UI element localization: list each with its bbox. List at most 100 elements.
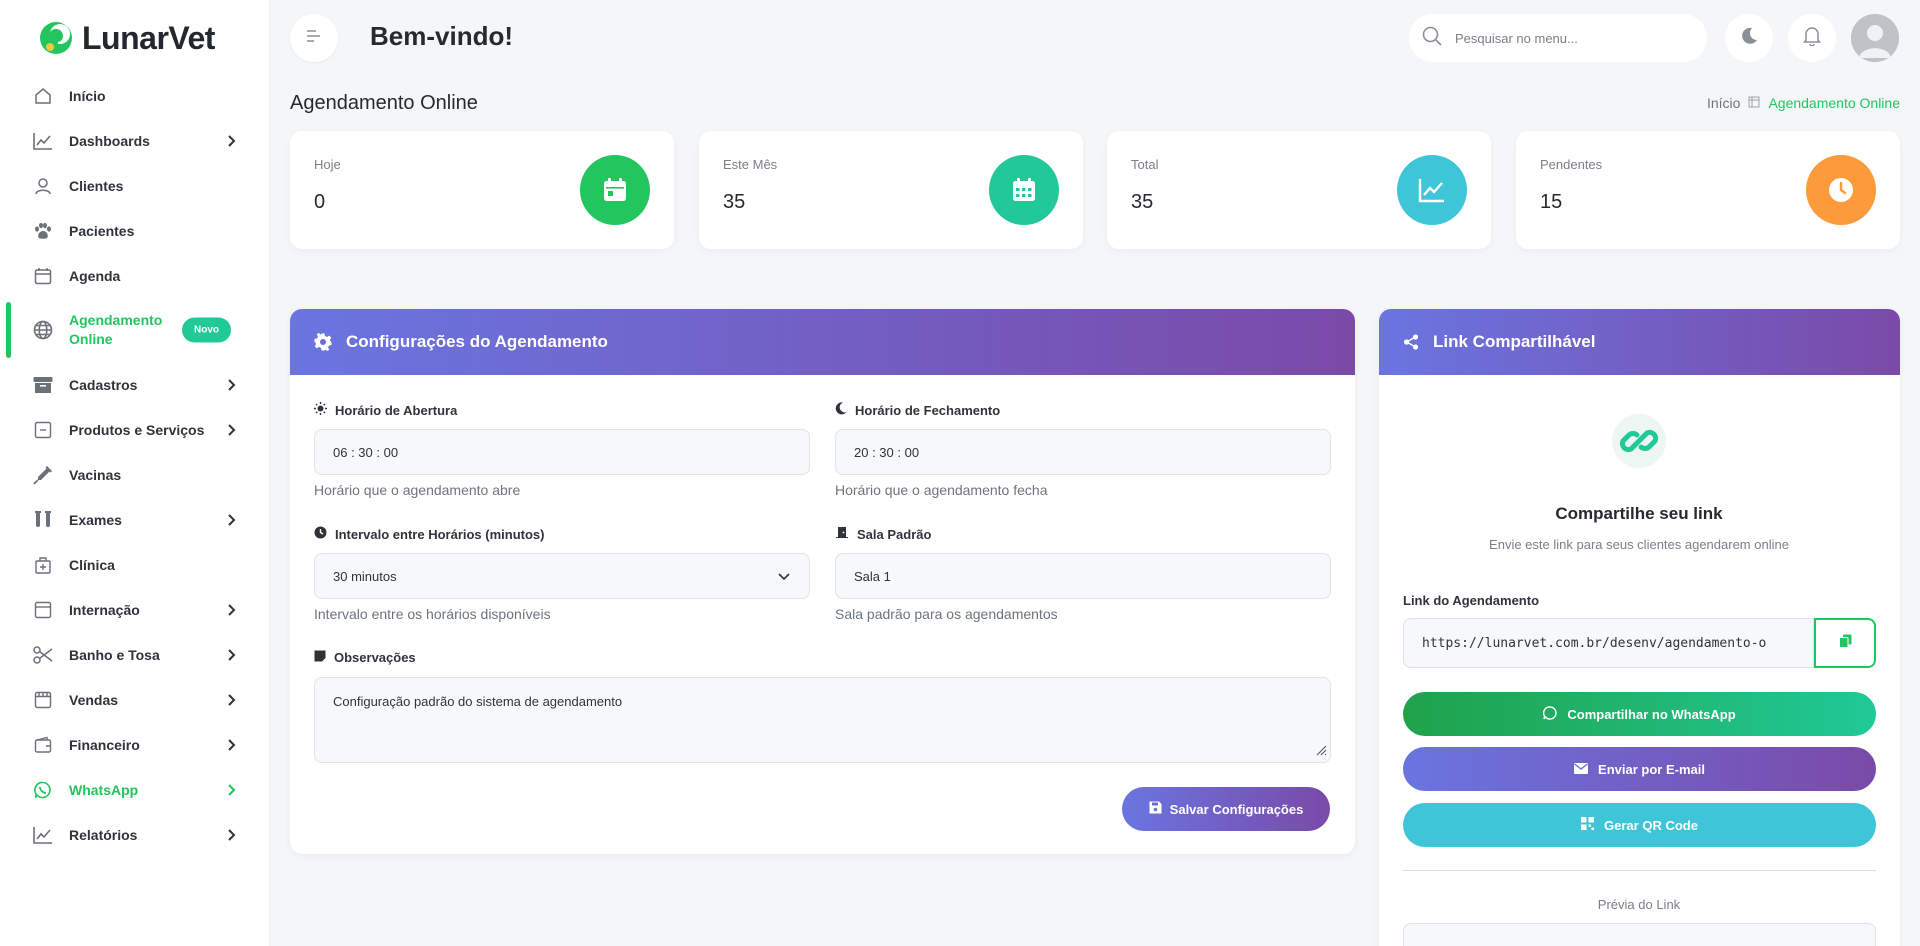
breadcrumb-current: Agendamento Online [1768, 95, 1900, 111]
chevron-right-icon [224, 648, 238, 662]
sidebar-item-label: Agenda [69, 267, 121, 284]
archive-icon [32, 374, 54, 396]
copy-link-button[interactable] [1814, 618, 1876, 668]
save-icon [1149, 801, 1162, 817]
stat-card-este-mes: Este Mês 35 [699, 131, 1083, 249]
user-avatar[interactable] [1851, 14, 1899, 62]
search-input[interactable] [1455, 30, 1675, 46]
globe-icon [32, 319, 54, 341]
paw-icon [32, 220, 54, 242]
chevron-right-icon [224, 603, 238, 617]
sidebar-item-agenda[interactable]: Agenda [0, 253, 270, 298]
notes-label: Observações [314, 650, 416, 665]
chevron-right-icon [224, 738, 238, 752]
sidebar-item-label: Dashboards [69, 132, 150, 149]
menu-icon [306, 29, 322, 48]
syringe-icon [32, 464, 54, 486]
config-panel-header: Configurações do Agendamento [290, 309, 1355, 375]
sidebar-item-agendamento-online[interactable]: Agendamento Online Novo [0, 298, 270, 362]
closing-time-input[interactable]: 20 : 30 : 00 [835, 429, 1331, 475]
chart-line-icon [32, 824, 54, 846]
share-icon [1403, 334, 1419, 350]
sidebar-item-produtos-servicos[interactable]: Produtos e Serviços [0, 407, 270, 452]
menu-search[interactable] [1409, 14, 1707, 62]
opening-time-help: Horário que o agendamento abre [314, 482, 521, 498]
sidebar-item-label: Financeiro [69, 736, 140, 753]
notes-textarea[interactable]: Configuração padrão do sistema de agenda… [314, 677, 1331, 763]
share-panel-title: Link Compartilhável [1433, 332, 1596, 351]
whatsapp-icon [1543, 705, 1558, 723]
share-panel-header: Link Compartilhável [1379, 309, 1900, 375]
save-settings-button[interactable]: Salvar Configurações [1122, 787, 1330, 831]
sidebar-item-clientes[interactable]: Clientes [0, 163, 270, 208]
send-email-button[interactable]: Enviar por E-mail [1403, 747, 1876, 791]
home-icon [32, 85, 54, 107]
sidebar-item-whatsapp[interactable]: WhatsApp [0, 767, 270, 812]
share-heading: Compartilhe seu link [1555, 504, 1723, 523]
config-panel: Configurações do Agendamento Horário de … [290, 309, 1355, 854]
sidebar-item-vacinas[interactable]: Vacinas [0, 452, 270, 497]
stat-value: 35 [723, 191, 746, 213]
top-bar: Bem-vindo! [270, 0, 1920, 76]
stat-card-total: Total 35 [1107, 131, 1491, 249]
dark-mode-toggle[interactable] [1725, 14, 1773, 62]
search-icon [1421, 25, 1443, 52]
sidebar-item-pacientes[interactable]: Pacientes [0, 208, 270, 253]
sidebar-item-financeiro[interactable]: Financeiro [0, 722, 270, 767]
calendar-day-icon [580, 155, 650, 225]
closing-time-help: Horário que o agendamento fecha [835, 482, 1048, 498]
config-panel-title: Configurações do Agendamento [346, 332, 608, 351]
share-whatsapp-button[interactable]: Compartilhar no WhatsApp [1403, 692, 1876, 736]
bed-icon [32, 599, 54, 621]
sidebar-item-vendas[interactable]: Vendas [0, 677, 270, 722]
sidebar-item-internacao[interactable]: Internação [0, 587, 270, 632]
chevron-right-icon [224, 693, 238, 707]
sidebar-item-label: Vacinas [69, 466, 122, 483]
sidebar-item-relatorios[interactable]: Relatórios [0, 812, 270, 857]
user-icon [32, 175, 54, 197]
whatsapp-icon [32, 779, 54, 801]
chart-line-icon [1397, 155, 1467, 225]
sidebar-item-banho-tosa[interactable]: Banho e Tosa [0, 632, 270, 677]
sidebar-item-dashboards[interactable]: Dashboards [0, 118, 270, 163]
box-icon [32, 419, 54, 441]
resize-handle-icon[interactable] [1315, 744, 1327, 759]
logo-icon [38, 20, 74, 56]
sidebar-item-cadastros[interactable]: Cadastros [0, 362, 270, 407]
generate-qr-button[interactable]: Gerar QR Code [1403, 803, 1876, 847]
clock-icon [314, 526, 327, 542]
stat-card-pendentes: Pendentes 15 [1516, 131, 1900, 249]
store-icon [32, 689, 54, 711]
divider [1403, 870, 1876, 871]
chevron-right-icon [224, 513, 238, 527]
share-subheading: Envie este link para seus clientes agend… [1489, 537, 1789, 552]
welcome-title: Bem-vindo! [370, 21, 513, 51]
room-input[interactable]: Sala 1 [835, 553, 1331, 599]
sidebar-item-exames[interactable]: Exames [0, 497, 270, 542]
notifications-button[interactable] [1788, 14, 1836, 62]
sidebar-item-label: Início [69, 87, 106, 104]
sidebar-item-clinica[interactable]: Clínica [0, 542, 270, 587]
chevron-right-icon [224, 378, 238, 392]
sidebar-item-label: Relatórios [69, 826, 138, 843]
sidebar-item-inicio[interactable]: Início [0, 73, 270, 118]
sidebar-item-label: Pacientes [69, 222, 135, 239]
room-help: Sala padrão para os agendamentos [835, 606, 1058, 622]
sidebar-menu: Início Dashboards Clientes Pacientes Age… [0, 73, 270, 857]
opening-time-input[interactable]: 06 : 30 : 00 [314, 429, 810, 475]
chevron-right-icon [224, 783, 238, 797]
breadcrumb-home-link[interactable]: Início [1707, 95, 1740, 111]
share-panel: Link Compartilhável Compartilhe seu link… [1379, 309, 1900, 946]
interval-select[interactable]: 30 minutos [314, 553, 810, 599]
save-settings-label: Salvar Configurações [1169, 801, 1304, 817]
gear-icon [314, 333, 332, 351]
breadcrumb: Início Agendamento Online [1707, 95, 1900, 111]
wallet-icon [32, 734, 54, 756]
stat-value: 35 [1131, 191, 1154, 213]
app-logo[interactable]: LunarVet [38, 18, 215, 58]
new-badge: Novo [182, 317, 231, 343]
menu-toggle-button[interactable] [290, 14, 338, 62]
share-link-input[interactable]: https://lunarvet.com.br/desenv/agendamen… [1403, 618, 1814, 668]
stat-label: Hoje [314, 157, 341, 172]
stat-card-hoje: Hoje 0 [290, 131, 674, 249]
